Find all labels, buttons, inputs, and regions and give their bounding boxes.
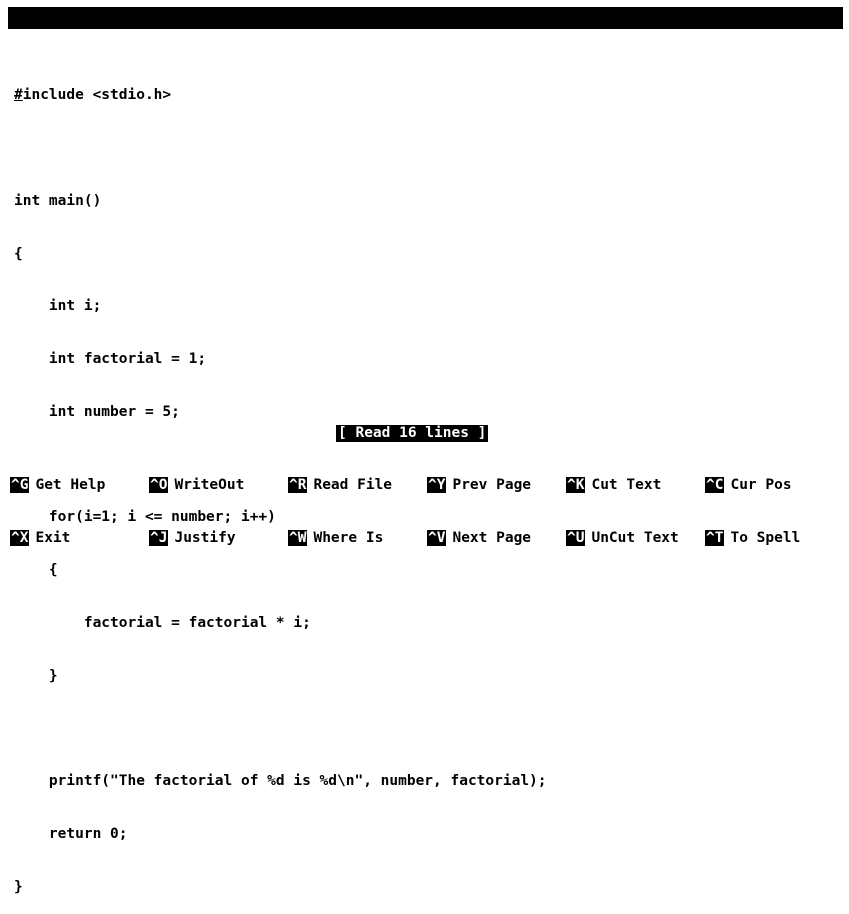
shortcut-to-spell[interactable]: ^T To Spell [705,529,801,548]
shortcut-key: ^O [149,477,169,494]
code-line-12[interactable]: } [14,668,843,686]
code-line-16[interactable]: } [14,879,843,897]
shortcut-label: Justify [174,529,236,546]
code-line-11[interactable]: factorial = factorial * i; [14,615,843,633]
shortcut-label: WriteOut [174,477,245,494]
shortcut-key: ^G [10,477,30,494]
shortcut-label: Exit [35,529,71,546]
text-cursor: # [14,87,23,104]
shortcut-key: ^K [566,477,586,494]
shortcut-key: ^C [705,477,725,494]
code-line-4[interactable]: { [14,246,843,264]
shortcut-label: Get Help [35,477,106,494]
shortcut-get-help[interactable]: ^G Get Help [10,477,105,495]
shortcut-label: UnCut Text [591,529,679,546]
shortcut-read-file[interactable]: ^R Read File [288,477,392,495]
shortcut-key: ^U [566,529,586,546]
shortcut-label: Where Is [313,529,384,546]
shortcut-key: ^J [149,529,169,546]
code-line-13[interactable] [14,721,843,739]
shortcut-label: Prev Page [452,477,532,494]
code-line-5[interactable]: int i; [14,298,843,316]
shortcut-cut-text[interactable]: ^K Cut Text [566,477,661,495]
shortcut-key: ^W [288,529,308,546]
shortcut-key: ^Y [427,477,447,494]
status-message: [ Read 16 lines ] [336,425,489,442]
app-version: GNU nano 2.0.9 [32,32,155,48]
shortcut-row-1: ^G Get Help ^O WriteOut ^R Read File ^Y Prev… [10,477,845,495]
code-line-6[interactable]: int factorial = 1; [14,351,843,369]
shortcut-next-page[interactable]: ^V Next Page [427,529,532,548]
shortcut-prev-page[interactable]: ^Y Prev Page [427,477,531,495]
shortcut-key: ^V [427,529,447,546]
shortcut-row-2: ^X Exit ^J Justify ^W Where Is ^V Next Page … [10,529,845,548]
code-line-14[interactable]: printf("The factorial of %d is %d\n", nu… [14,773,843,791]
title-bar: GNU nano 2.0.9 File: myprog.c [8,7,843,70]
shortcut-key: ^X [10,529,30,546]
shortcut-label: Read File [313,477,393,494]
code-line-7[interactable]: int number = 5; [14,404,843,422]
shortcut-label: Cut Text [591,477,662,494]
code-line-1[interactable]: #include <stdio.h> [14,87,843,105]
shortcut-key: ^R [288,477,308,494]
code-line-3[interactable]: int main() [14,193,843,211]
shortcut-uncut-text[interactable]: ^U UnCut Text [566,529,679,548]
code-line-1-rest: include <stdio.h> [22,87,172,104]
shortcut-writeout[interactable]: ^O WriteOut [149,477,244,495]
shortcut-exit[interactable]: ^X Exit [10,529,71,548]
shortcut-key: ^T [705,529,725,546]
shortcut-bar: ^G Get Help ^O WriteOut ^R Read File ^Y Prev… [10,442,845,565]
shortcut-cur-pos[interactable]: ^C Cur Pos [705,477,792,495]
shortcut-label: Cur Pos [730,477,792,494]
code-line-15[interactable]: return 0; [14,826,843,844]
shortcut-label: Next Page [452,529,532,546]
code-line-2[interactable] [14,140,843,158]
shortcut-justify[interactable]: ^J Justify [149,529,236,548]
shortcut-where-is[interactable]: ^W Where Is [288,529,384,548]
shortcut-label: To Spell [730,529,801,546]
